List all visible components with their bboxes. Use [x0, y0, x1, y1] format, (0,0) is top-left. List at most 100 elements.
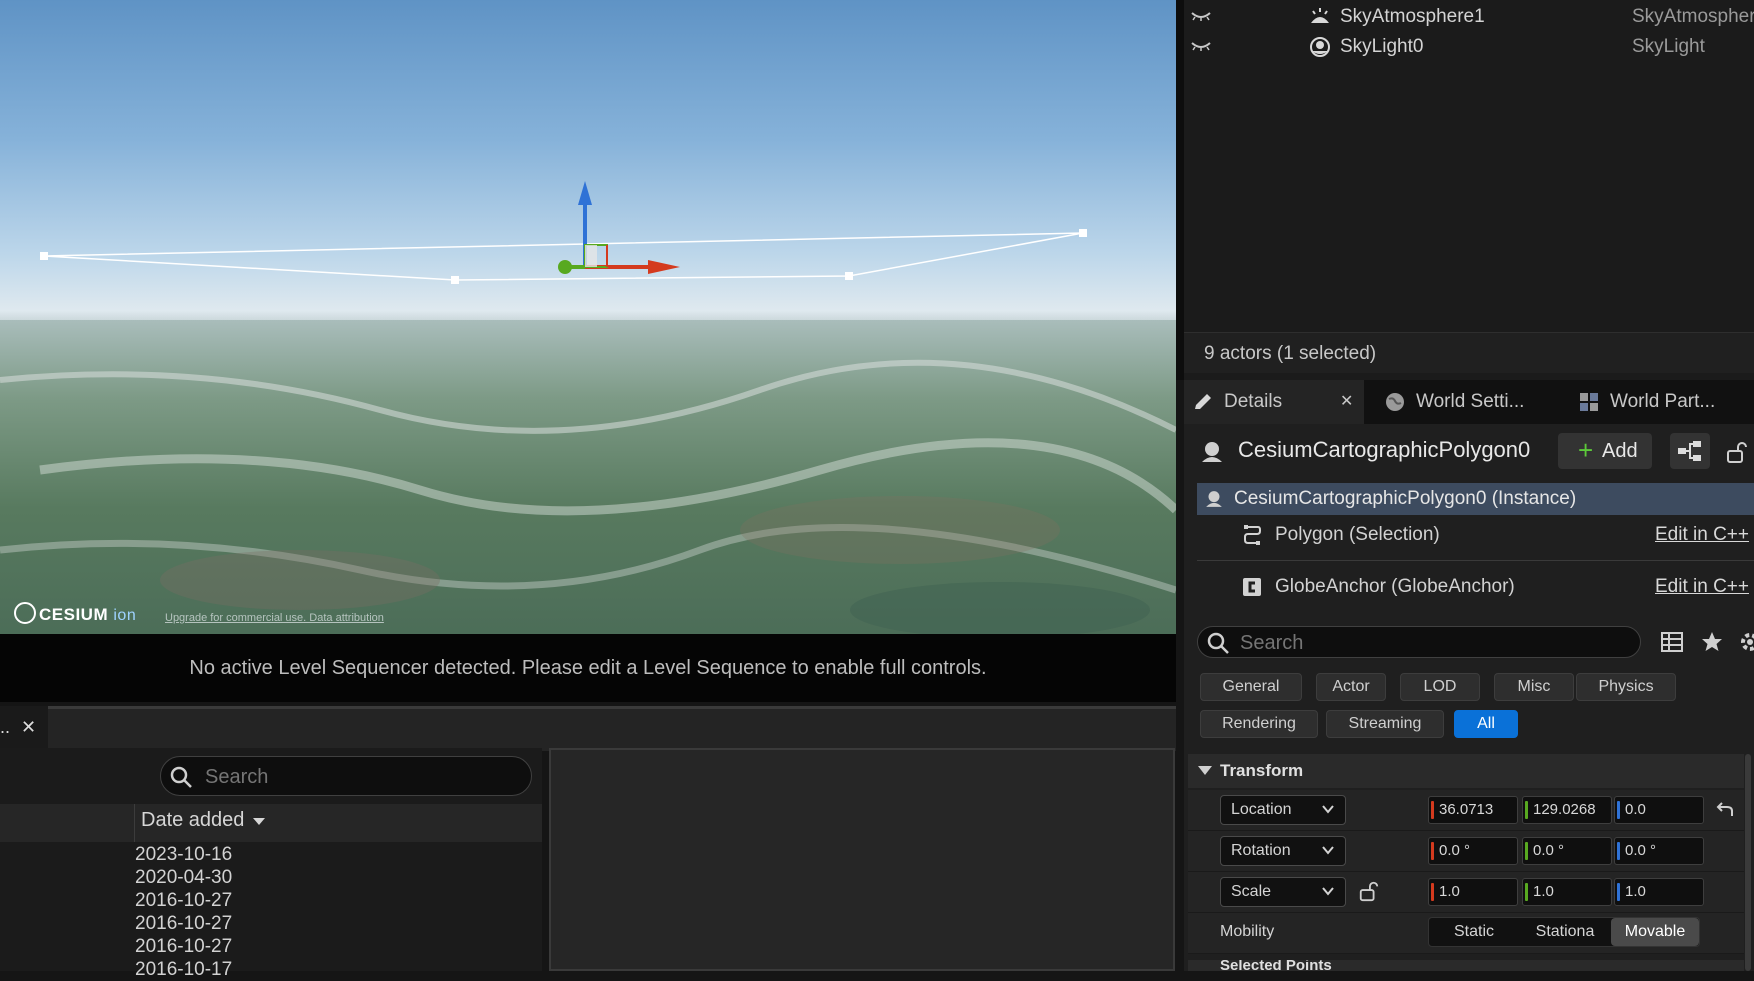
list-item[interactable]: 2020-04-30: [135, 867, 232, 889]
filter-general[interactable]: General: [1200, 673, 1302, 701]
component-row[interactable]: GlobeAnchor (GlobeAnchor) Edit in C++: [1197, 570, 1754, 604]
edit-in-cpp-link[interactable]: Edit in C++: [1655, 576, 1749, 598]
actor-count: 9 actors (1 selected): [1204, 343, 1377, 364]
component-label: Polygon (Selection): [1275, 524, 1440, 545]
outliner-row[interactable]: SkyLight0 SkyLight: [1184, 32, 1754, 62]
list-item[interactable]: 2023-10-16: [135, 844, 232, 866]
plus-icon: +: [1578, 435, 1594, 465]
actor-type: SkyLight: [1632, 36, 1705, 57]
terrain-view: [0, 320, 1176, 634]
table-view-icon[interactable]: [1660, 630, 1684, 654]
rotation-dropdown[interactable]: Rotation: [1220, 836, 1346, 866]
scale-dropdown[interactable]: Scale: [1220, 877, 1346, 907]
search-icon: [170, 766, 192, 788]
date-added-column[interactable]: Date added: [141, 809, 244, 832]
list-item[interactable]: 2016-10-27: [135, 936, 232, 958]
pencil-icon: [1195, 394, 1211, 409]
tab-label: ..: [0, 717, 11, 737]
rotation-row: Rotation 0.0 ° 0.0 ° 0.0 °: [1188, 831, 1744, 872]
asset-search-input[interactable]: [203, 763, 507, 791]
cesium-logo: CESIUM ion: [14, 602, 136, 625]
scale-x-field[interactable]: 1.0: [1428, 878, 1518, 906]
cpp-component-icon: [1243, 578, 1261, 596]
location-row: Location 36.0713 129.0268 0.0: [1188, 790, 1744, 831]
filter-actor[interactable]: Actor: [1316, 673, 1386, 701]
filter-rendering[interactable]: Rendering: [1200, 710, 1318, 738]
tab-world-settings[interactable]: World Setti...: [1384, 380, 1564, 424]
list-item[interactable]: 2016-10-17: [135, 959, 232, 981]
tab-world-partition[interactable]: World Part...: [1578, 380, 1754, 424]
sequencer-message: No active Level Sequencer detected. Plea…: [189, 656, 987, 679]
location-x-field[interactable]: 36.0713: [1428, 796, 1518, 824]
level-viewport[interactable]: CESIUM ion Upgrade for commercial use. D…: [0, 0, 1176, 634]
content-browser-tab[interactable]: .. ✕: [0, 706, 48, 748]
actor-name-field[interactable]: CesiumCartographicPolygon0: [1238, 437, 1530, 463]
location-dropdown[interactable]: Location: [1220, 795, 1346, 825]
close-icon[interactable]: ✕: [1340, 380, 1353, 424]
sequencer-message-bar: No active Level Sequencer detected. Plea…: [0, 634, 1176, 702]
scale-y-field[interactable]: 1.0: [1522, 878, 1612, 906]
filter-misc[interactable]: Misc: [1494, 673, 1574, 701]
eye-closed-icon[interactable]: [1190, 10, 1212, 22]
component-instance-row[interactable]: CesiumCartographicPolygon0 (Instance): [1197, 483, 1754, 515]
mobility-toggle-group: Static Stationa Movable: [1428, 917, 1700, 947]
search-icon: [1207, 632, 1229, 654]
filter-lod[interactable]: LOD: [1400, 673, 1480, 701]
content-browser-tabstrip: [0, 706, 1176, 751]
selected-points-section-header[interactable]: Selected Points: [1188, 960, 1744, 971]
tab-details[interactable]: Details ✕: [1184, 380, 1364, 424]
transform-section-header[interactable]: Transform: [1188, 754, 1744, 788]
tab-label: World Setti...: [1416, 391, 1525, 412]
rotation-z-field[interactable]: 0.0 °: [1614, 837, 1704, 865]
actor-icon: [1202, 442, 1222, 462]
add-component-button[interactable]: + Add: [1558, 433, 1652, 469]
gear-icon[interactable]: [1738, 630, 1754, 654]
actor-icon: [1206, 491, 1222, 507]
divider: [1197, 560, 1754, 561]
rotation-y-field[interactable]: 0.0 °: [1522, 837, 1612, 865]
asset-preview-panel: [549, 748, 1175, 971]
blueprint-button[interactable]: [1670, 433, 1710, 469]
add-label: Add: [1602, 440, 1638, 462]
edit-in-cpp-link[interactable]: Edit in C++: [1655, 524, 1749, 546]
asset-search-box[interactable]: [160, 756, 532, 796]
data-attribution-link[interactable]: Upgrade for commercial use. Data attribu…: [165, 612, 384, 624]
star-icon[interactable]: [1700, 630, 1724, 654]
details-search-input[interactable]: [1238, 629, 1542, 657]
transform-gizmo[interactable]: [550, 175, 690, 285]
location-y-field[interactable]: 129.0268: [1522, 796, 1612, 824]
eye-closed-icon[interactable]: [1190, 40, 1212, 52]
rotation-x-field[interactable]: 0.0 °: [1428, 837, 1518, 865]
transform-label: Transform: [1220, 761, 1304, 780]
globe-icon: [1386, 393, 1404, 411]
instance-label: CesiumCartographicPolygon0 (Instance): [1234, 488, 1577, 509]
list-item[interactable]: 2016-10-27: [135, 913, 232, 935]
mobility-movable[interactable]: Movable: [1611, 918, 1699, 946]
column-header: [0, 804, 542, 842]
details-scrollbar[interactable]: [1745, 754, 1751, 971]
location-z-field[interactable]: 0.0: [1614, 796, 1704, 824]
filter-physics[interactable]: Physics: [1576, 673, 1676, 701]
outliner-row[interactable]: SkyAtmosphere1 SkyAtmosphere: [1184, 2, 1754, 32]
actor-name: SkyLight0: [1340, 36, 1424, 57]
chevron-down-icon: [1322, 805, 1334, 814]
mobility-static[interactable]: Static: [1429, 918, 1519, 946]
sky-light-icon: [1310, 37, 1330, 57]
filter-streaming[interactable]: Streaming: [1326, 710, 1444, 738]
lock-open-icon[interactable]: [1358, 880, 1380, 902]
list-item[interactable]: 2016-10-27: [135, 890, 232, 912]
reset-arrow-icon[interactable]: [1716, 802, 1734, 818]
tab-label: Details: [1224, 391, 1283, 412]
column-divider[interactable]: [134, 804, 135, 842]
scale-row: Scale 1.0 1.0 1.0: [1188, 872, 1744, 913]
sort-descending-icon: [253, 818, 265, 825]
component-row[interactable]: Polygon (Selection) Edit in C++: [1197, 518, 1754, 552]
scale-z-field[interactable]: 1.0: [1614, 878, 1704, 906]
filter-all[interactable]: All: [1454, 710, 1518, 738]
details-search-box[interactable]: [1197, 626, 1641, 658]
chevron-down-icon: [1322, 846, 1334, 855]
close-icon[interactable]: ✕: [21, 717, 36, 737]
lock-open-icon[interactable]: [1724, 440, 1748, 464]
mobility-stationary[interactable]: Stationa: [1519, 918, 1611, 946]
section-label: Selected Points: [1220, 960, 1332, 971]
